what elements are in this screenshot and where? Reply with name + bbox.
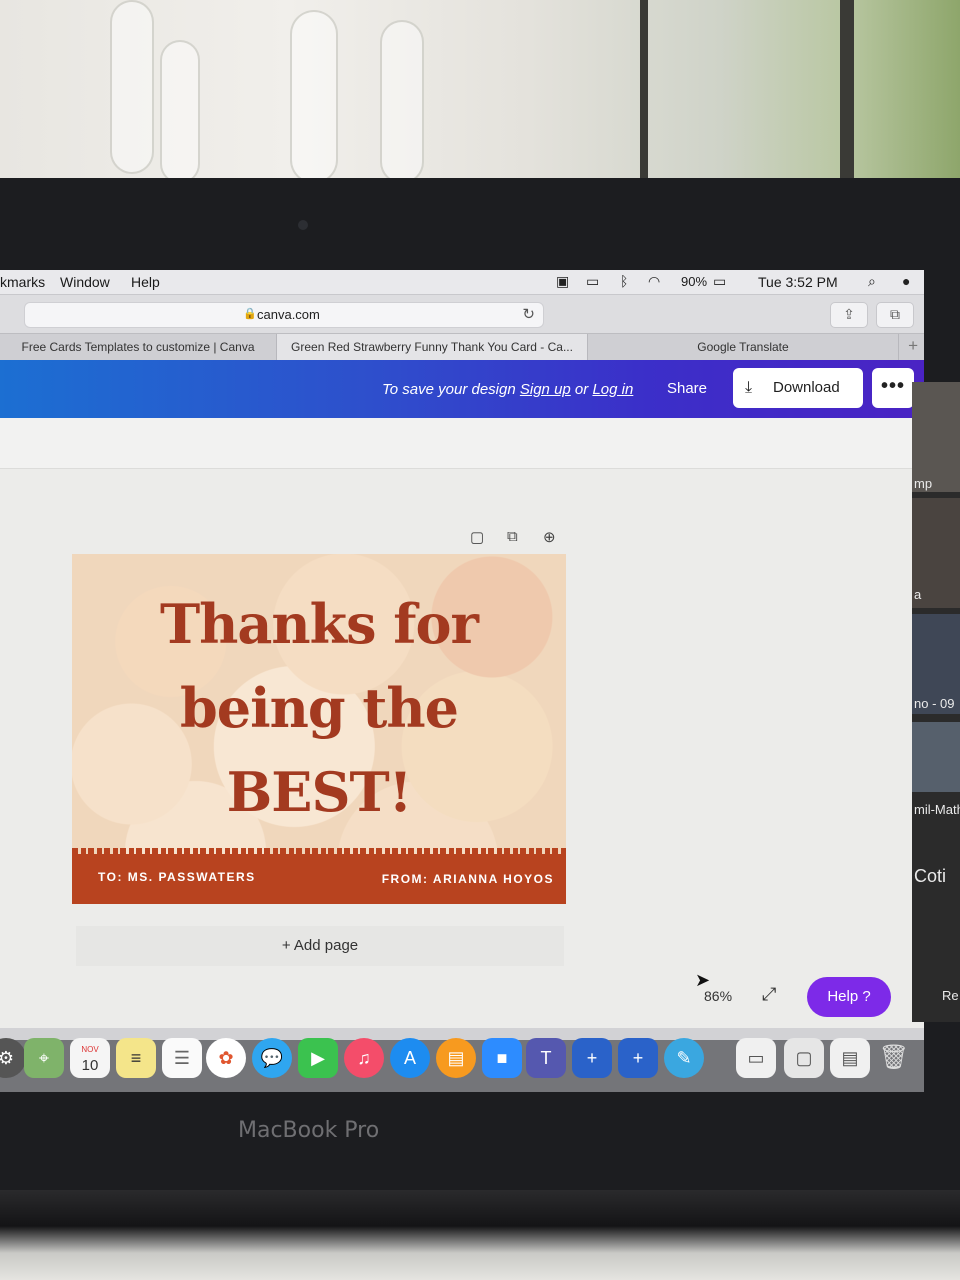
music-icon[interactable]: ♫	[344, 1038, 384, 1078]
duplicate-page-icon[interactable]: ⧉	[507, 528, 518, 545]
download-label: Download	[773, 379, 840, 396]
save-prompt: To save your design Sign up or Log in	[382, 381, 633, 398]
glass-vase	[110, 0, 154, 174]
editor-toolbar	[0, 418, 920, 469]
background-room	[0, 0, 960, 190]
calendar-icon[interactable]: NOV 10	[70, 1038, 110, 1078]
downloads-stack-icon[interactable]: ▢	[784, 1038, 824, 1078]
more-options-button[interactable]: •••	[872, 368, 914, 408]
menu-bookmarks[interactable]: kmarks	[0, 274, 45, 290]
participant-name: mp	[914, 476, 933, 491]
dock: ⚙ ⌖ NOV 10 ≡ ☰ ✿ 💬 ▶ ♫ A ▤ ■ T + + ✎ ▭ ▢…	[0, 1028, 924, 1092]
screenshot-tool-icon[interactable]: +	[572, 1038, 612, 1078]
card-title-line: BEST!	[226, 760, 413, 824]
save-prompt-text: To save your design	[382, 381, 516, 398]
calendar-month: NOV	[81, 1045, 99, 1054]
card-to-text[interactable]: TO: MS. PASSWATERS	[98, 870, 256, 884]
tab-overview-icon[interactable]: ⧉	[876, 302, 914, 328]
spotlight-search-icon[interactable]: ⌕	[868, 273, 876, 290]
tab-google-translate[interactable]: Google Translate	[588, 334, 899, 360]
glass-vase	[290, 10, 338, 184]
share-button[interactable]: Share	[652, 370, 722, 408]
screen: kmarks Window Help ▣ ▭ ᛒ ◠ 90% ▭ Tue 3:5…	[0, 270, 924, 1040]
trash-icon[interactable]: 🗑	[874, 1038, 914, 1078]
menu-bar: kmarks Window Help ▣ ▭ ᛒ ◠ 90% ▭ Tue 3:5…	[0, 270, 924, 295]
new-tab-icon[interactable]: +	[908, 336, 918, 356]
editor-area: ▢ ⧉ ⊕ Thanks for being the BEST! TO: MS.…	[0, 418, 924, 1040]
menu-window[interactable]: Window	[60, 274, 110, 290]
card-title-line: being the	[179, 676, 459, 740]
safari-toolbar: 🔒 canva.com ↻ ⇪ ⧉	[0, 295, 924, 333]
zoom-participants-strip: mp a no - 09 mil-Math Coti Re	[912, 382, 960, 1022]
pencil-app-icon[interactable]: ✎	[664, 1038, 704, 1078]
download-icon: ⤓	[745, 379, 753, 396]
window-frame	[640, 0, 648, 180]
teams-icon[interactable]: T	[526, 1038, 566, 1078]
notes-icon[interactable]: ≡	[116, 1038, 156, 1078]
participant-video[interactable]	[912, 722, 960, 792]
macbook-label: MacBook Pro	[238, 1118, 380, 1143]
battery-percent: 90%	[681, 274, 708, 289]
document-stack-icon[interactable]: ▭	[736, 1038, 776, 1078]
launchpad-icon[interactable]: ⚙	[0, 1038, 26, 1078]
window-frame	[840, 0, 854, 180]
books-icon[interactable]: ▤	[436, 1038, 476, 1078]
participant-name: Coti	[914, 866, 947, 886]
zoom-status-icon[interactable]: ▣	[556, 273, 569, 290]
zoom-level[interactable]: 86%	[704, 988, 732, 1004]
share-icon[interactable]: ⇪	[830, 302, 868, 328]
participant-name: mil-Math	[914, 802, 960, 817]
participant-name: no - 09	[914, 696, 955, 711]
menu-help[interactable]: Help	[131, 274, 160, 290]
reload-icon[interactable]: ↻	[522, 305, 535, 323]
download-button[interactable]: ⤓ Download	[733, 368, 863, 408]
bluetooth-icon[interactable]: ᛒ	[620, 273, 628, 289]
card-from-text[interactable]: FROM: ARIANNA HOYOS	[382, 872, 554, 886]
lock-icon: 🔒	[243, 308, 257, 320]
add-page-icon[interactable]: ⊕	[543, 528, 556, 546]
card-title[interactable]: Thanks for being the BEST!	[72, 582, 566, 834]
photos-icon[interactable]: ✿	[206, 1038, 246, 1078]
glass-vase	[380, 20, 424, 184]
card-footer: TO: MS. PASSWATERS FROM: ARIANNA HOYOS	[72, 848, 566, 904]
fullscreen-icon[interactable]: ⤢	[762, 984, 776, 1005]
login-link[interactable]: Log in	[592, 381, 633, 398]
facetime-icon[interactable]: ▶	[298, 1038, 338, 1078]
card-title-line: Thanks for	[159, 592, 479, 656]
app-store-icon[interactable]: A	[390, 1038, 430, 1078]
torn-edge	[72, 848, 566, 856]
tab-strawberry-card[interactable]: Green Red Strawberry Funny Thank You Car…	[277, 334, 588, 360]
reminders-icon[interactable]: ☰	[162, 1038, 202, 1078]
laptop-base	[0, 1190, 960, 1280]
address-bar[interactable]: 🔒 canva.com ↻	[24, 302, 544, 328]
battery-icon[interactable]: ▭	[713, 273, 726, 290]
maps-icon[interactable]: ⌖	[24, 1038, 64, 1078]
tab-free-cards[interactable]: Free Cards Templates to customize | Canv…	[0, 334, 277, 360]
design-card[interactable]: Thanks for being the BEST! TO: MS. PASSW…	[72, 554, 566, 904]
url-text: canva.com	[257, 307, 320, 322]
clock[interactable]: Tue 3:52 PM	[758, 274, 838, 290]
messages-icon[interactable]: 💬	[252, 1038, 292, 1078]
or-text: or	[574, 381, 589, 398]
help-button[interactable]: Help ?	[807, 977, 891, 1017]
webcam	[298, 220, 308, 230]
add-image-icon[interactable]: +	[618, 1038, 658, 1078]
participant-name: a	[914, 587, 922, 602]
zoom-app-icon[interactable]: ■	[482, 1038, 522, 1078]
participant-name: Re	[942, 988, 959, 1003]
user-avatar-icon[interactable]: ●	[902, 273, 910, 289]
tab-bar: Free Cards Templates to customize | Canv…	[0, 333, 924, 360]
folder-stack-icon[interactable]: ▤	[830, 1038, 870, 1078]
page-notes-icon[interactable]: ▢	[470, 528, 484, 546]
calendar-day: 10	[81, 1057, 99, 1074]
add-page-button[interactable]: + Add page	[76, 926, 564, 966]
signup-link[interactable]: Sign up	[520, 381, 571, 398]
glass-vase	[160, 40, 200, 184]
canva-header: To save your design Sign up or Log in Sh…	[0, 360, 924, 418]
airplay-icon[interactable]: ▭	[586, 273, 599, 290]
wifi-icon[interactable]: ◠	[648, 273, 660, 290]
